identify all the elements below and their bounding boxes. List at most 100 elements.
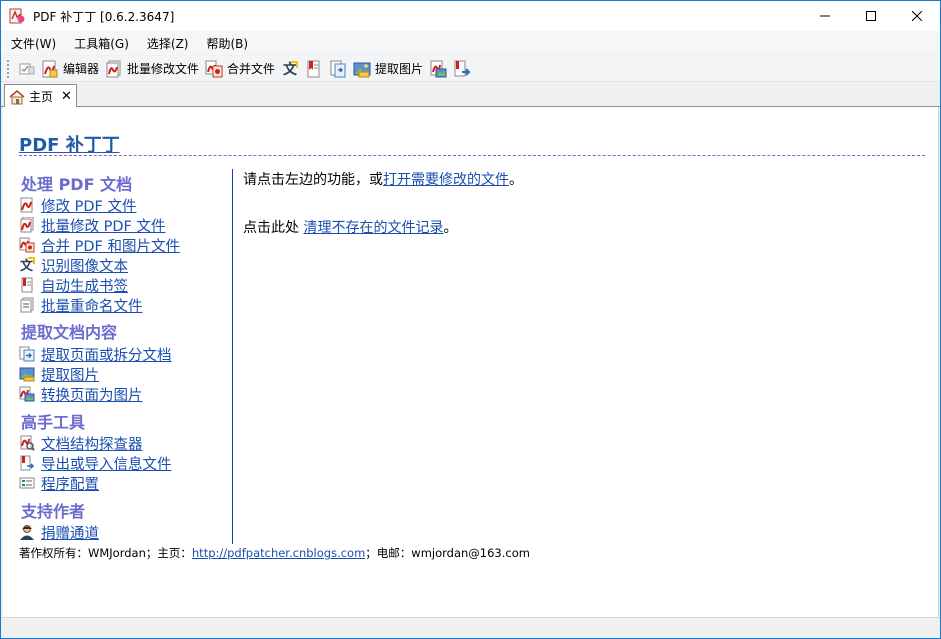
minimize-button[interactable] [802,1,848,31]
inspector-icon [20,435,35,451]
toolbar-bookmark-button[interactable] [302,58,326,80]
link-page-to-image[interactable]: 转换页面为图片 [19,384,143,404]
status-bar [1,617,940,638]
link-auto-bookmark-text[interactable]: 自动生成书签 [41,275,128,296]
link-batch-modify-pdf-text[interactable]: 批量修改 PDF 文件 [41,215,165,236]
link-modify-pdf[interactable]: 修改 PDF 文件 [19,195,136,215]
svg-text:文: 文 [283,61,298,78]
tab-home[interactable]: 主页 ✕ [4,84,77,108]
merge-files-icon [19,237,35,253]
export-icon [454,60,471,76]
render-icon [430,60,447,77]
split-icon [19,346,35,362]
cleanup-prefix: 点击此处 [243,220,304,236]
bookmark-icon [307,60,320,77]
toolbar-editor-label: 编辑器 [63,62,100,76]
app-window: PDF 补丁丁 [0.6.2.3647] 文件(W) 工具箱(G) 选择(Z) … [0,0,941,639]
function-sidebar: 处理 PDF 文档 修改 PDF 文件 批量修改 PDF 文件 合并 PDF 和… [19,169,233,544]
link-info-file[interactable]: 导出或导入信息文件 [19,453,172,473]
link-batch-rename[interactable]: 批量重命名文件 [19,295,143,315]
window-title: PDF 补丁丁 [0.6.2.3647] [33,10,175,24]
section-title-support: 支持作者 [21,502,86,521]
image-extract-icon [19,367,35,382]
footer-credits: 著作权所有：WMJordan；主页：http://pdfpatcher.cnbl… [19,545,530,561]
link-merge-files-text[interactable]: 合并 PDF 和图片文件 [41,235,180,256]
pdf-batch-icon [20,217,34,233]
link-donate[interactable]: 捐赠通道 [19,522,99,542]
link-inspector-text[interactable]: 文档结构探查器 [41,433,143,454]
link-config[interactable]: 程序配置 [19,473,99,493]
toolbar-render-button[interactable] [426,58,450,80]
toolbar-merge-label: 合并文件 [227,62,276,76]
toolbar: 编辑器 批量修改文件 合并文件 文 提取图片 [1,56,940,82]
email-text: ；电邮：wmjordan@163.com [365,546,530,560]
link-info-file-text[interactable]: 导出或导入信息文件 [41,453,172,474]
toolbar-checkbox-button[interactable] [16,58,38,80]
link-modify-pdf-text[interactable]: 修改 PDF 文件 [41,195,136,216]
homepage-link[interactable]: http://pdfpatcher.cnblogs.com [192,546,365,560]
donate-user-icon [20,525,34,540]
batch-modify-icon [106,60,121,77]
cleanup-line: 点击此处 清理不存在的文件记录。 [243,217,457,237]
menu-help[interactable]: 帮助(B) [198,35,258,52]
tab-close-button[interactable]: ✕ [61,90,72,103]
maximize-icon [866,11,876,21]
config-icon [19,477,35,489]
toolbar-grip[interactable] [7,59,10,78]
link-page-to-image-text[interactable]: 转换页面为图片 [41,384,143,405]
page-title[interactable]: PDF 补丁丁 [19,131,120,157]
link-batch-rename-text[interactable]: 批量重命名文件 [41,295,143,316]
copyright-text: 著作权所有：WMJordan；主页： [19,546,192,560]
pdf-editor-icon [42,60,58,77]
toolbar-batch-modify-label: 批量修改文件 [127,62,200,76]
auto-bookmark-icon [21,277,33,293]
link-config-text[interactable]: 程序配置 [41,473,99,494]
open-file-link[interactable]: 打开需要修改的文件 [383,172,509,188]
link-extract-images[interactable]: 提取图片 [19,364,99,384]
link-donate-text[interactable]: 捐赠通道 [41,522,99,543]
link-auto-bookmark[interactable]: 自动生成书签 [19,275,128,295]
cleanup-records-link[interactable]: 清理不存在的文件记录 [303,220,443,236]
cleanup-suffix: 。 [443,220,458,236]
intro-suffix: 。 [509,172,523,188]
toolbar-export-button[interactable] [450,58,474,80]
link-ocr[interactable]: 文 识别图像文本 [19,255,128,275]
title-divider [19,155,925,156]
close-button[interactable] [894,1,940,31]
maximize-button[interactable] [848,1,894,31]
toolbar-extract-images-label: 提取图片 [375,62,424,76]
toolbar-editor-button[interactable]: 编辑器 [38,58,102,80]
link-extract-pages[interactable]: 提取页面或拆分文档 [19,344,172,364]
home-page: PDF 补丁丁 处理 PDF 文档 修改 PDF 文件 批量修改 PDF 文件 … [3,107,939,617]
toolbar-batch-modify-button[interactable]: 批量修改文件 [102,58,202,80]
intro-line: 请点击左边的功能，或打开需要修改的文件。 [243,169,523,189]
close-icon [912,11,922,21]
page-to-image-icon [19,386,35,402]
link-merge-files[interactable]: 合并 PDF 和图片文件 [19,235,180,255]
toolbar-ocr-button[interactable]: 文 [278,58,302,80]
link-inspector[interactable]: 文档结构探查器 [19,433,143,453]
rename-icon [20,297,34,313]
link-ocr-text[interactable]: 识别图像文本 [41,255,128,276]
toolbar-merge-button[interactable]: 合并文件 [202,58,278,80]
link-batch-modify-pdf[interactable]: 批量修改 PDF 文件 [19,215,165,235]
minimize-icon [820,15,830,17]
extract-pages-icon [330,60,346,77]
tab-home-label: 主页 [29,90,54,104]
toolbar-extract-pages-button[interactable] [326,58,350,80]
app-logo-icon [9,8,25,24]
menu-select[interactable]: 选择(Z) [138,35,198,52]
menu-file[interactable]: 文件(W) [1,35,65,52]
link-extract-images-text[interactable]: 提取图片 [41,364,99,385]
menu-toolbox[interactable]: 工具箱(G) [65,35,138,52]
merge-icon [205,60,223,77]
home-icon [9,89,25,104]
link-extract-pages-text[interactable]: 提取页面或拆分文档 [41,344,172,365]
intro-prefix: 请点击左边的功能，或 [243,172,383,188]
section-title-extract: 提取文档内容 [21,323,118,342]
tab-strip: 主页 ✕ [1,83,940,108]
svg-text:文: 文 [20,258,34,273]
toolbar-extract-images-button[interactable]: 提取图片 [350,58,426,80]
title-bar[interactable]: PDF 补丁丁 [0.6.2.3647] [1,1,940,31]
section-title-process: 处理 PDF 文档 [21,175,133,194]
